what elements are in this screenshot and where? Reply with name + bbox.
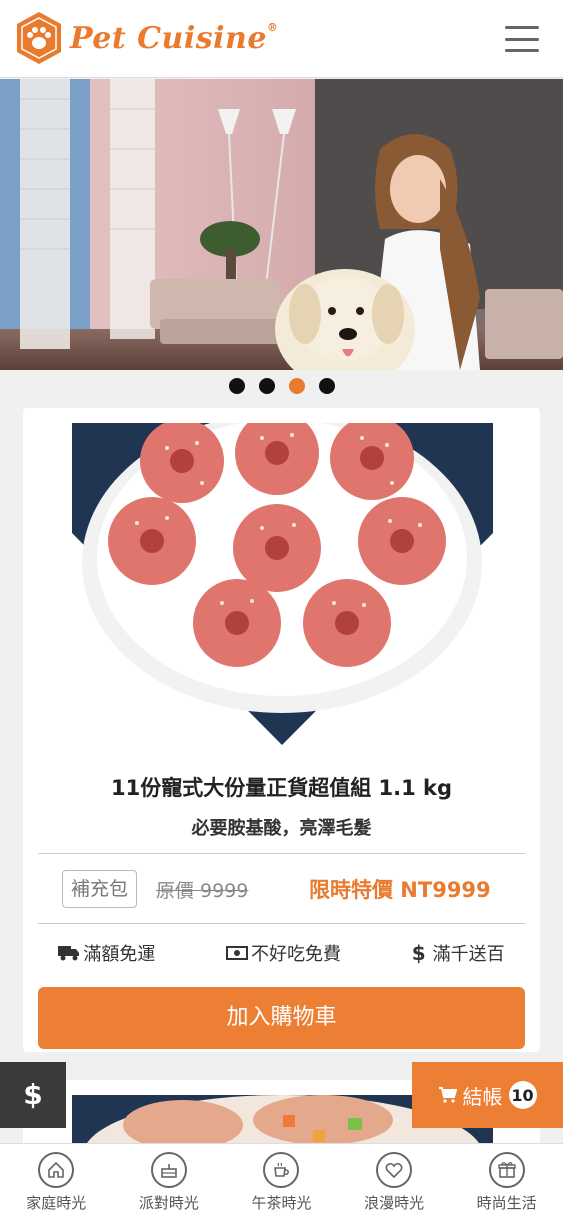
currency-button[interactable]: $ bbox=[0, 1062, 66, 1128]
dollar-icon: $ bbox=[411, 941, 426, 965]
product-title: 11份寵式大份量正貨超值組 1.1 kg bbox=[110, 776, 453, 800]
donut-plate-illustration bbox=[72, 423, 493, 745]
carousel-dot-1[interactable] bbox=[228, 378, 245, 394]
perk-satisfaction: 不好吃免費 bbox=[226, 940, 341, 966]
cake-icon bbox=[150, 1152, 187, 1188]
paw-logo-icon bbox=[17, 12, 61, 64]
nav-item-romance[interactable]: 浪漫時光 bbox=[338, 1144, 451, 1218]
money-icon bbox=[226, 946, 249, 960]
divider bbox=[38, 853, 525, 854]
product-card: 11份寵式大份量正貨超值組 1.1 kg 必要胺基酸，亮澤毛髮 補充包 原價 9… bbox=[23, 408, 540, 1052]
carousel-dot-2[interactable] bbox=[258, 378, 275, 394]
truck-icon bbox=[58, 946, 80, 961]
nav-item-party[interactable]: 派對時光 bbox=[113, 1144, 226, 1218]
gift-icon bbox=[488, 1152, 525, 1188]
brand-name: Pet Cuisine® bbox=[70, 20, 279, 56]
perks-row: 滿額免運 不好吃免費 $ 滿千送百 bbox=[23, 940, 540, 966]
nav-item-fashion[interactable]: 時尚生活 bbox=[450, 1144, 563, 1218]
nav-label: 午茶時光 bbox=[251, 1194, 312, 1212]
perk-free-shipping: 滿額免運 bbox=[58, 940, 155, 966]
tea-icon bbox=[263, 1152, 300, 1188]
hamburger-menu-icon[interactable] bbox=[505, 26, 539, 52]
nav-item-family[interactable]: 家庭時光 bbox=[0, 1144, 113, 1218]
original-price: 原價 9999 bbox=[156, 880, 249, 902]
divider bbox=[38, 923, 525, 924]
perk-label: 滿額免運 bbox=[83, 944, 156, 965]
cart-icon bbox=[438, 1087, 457, 1103]
nav-item-tea[interactable]: 午茶時光 bbox=[225, 1144, 338, 1218]
carousel-indicators bbox=[0, 378, 563, 394]
product-subtitle: 必要胺基酸，亮澤毛髮 bbox=[191, 818, 372, 839]
nav-label: 家庭時光 bbox=[26, 1194, 87, 1212]
brand-logo[interactable]: Pet Cuisine® bbox=[14, 10, 278, 66]
product-image[interactable] bbox=[72, 423, 493, 745]
carousel-dot-3[interactable] bbox=[288, 378, 305, 394]
checkout-button[interactable]: 結帳 10 bbox=[412, 1062, 563, 1128]
product-tag: 補充包 bbox=[62, 870, 138, 908]
banner-illustration bbox=[0, 79, 563, 370]
home-icon bbox=[38, 1152, 75, 1188]
cart-count-badge: 10 bbox=[508, 1081, 537, 1109]
nav-label: 浪漫時光 bbox=[364, 1194, 425, 1212]
add-to-cart-button[interactable]: 加入購物車 bbox=[38, 987, 525, 1049]
perk-rebate: $ 滿千送百 bbox=[412, 940, 505, 966]
nav-label: 時尚生活 bbox=[476, 1194, 537, 1212]
nav-label: 派對時光 bbox=[138, 1194, 199, 1212]
bottom-navigation: 家庭時光 派對時光 午茶時光 浪漫時光 時尚生活 bbox=[0, 1143, 563, 1218]
checkout-label: 結帳 bbox=[462, 1084, 503, 1109]
perk-label: 滿千送百 bbox=[432, 944, 505, 965]
registered-mark: ® bbox=[266, 20, 279, 34]
hero-banner-image[interactable] bbox=[0, 79, 563, 370]
sale-price: 限時特價 NT9999 bbox=[309, 878, 491, 902]
carousel-dot-4[interactable] bbox=[318, 378, 335, 394]
heart-icon bbox=[376, 1152, 413, 1188]
perk-label: 不好吃免費 bbox=[251, 944, 342, 965]
app-header: Pet Cuisine® bbox=[0, 0, 563, 78]
